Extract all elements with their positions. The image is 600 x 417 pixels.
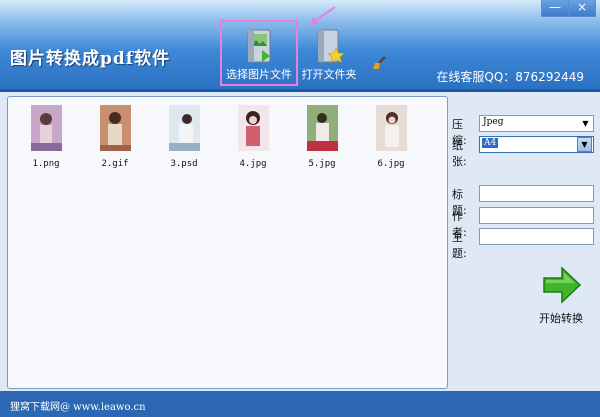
select-images-button[interactable]: 选择图片文件 [220, 20, 298, 86]
file-name: 3.psd [170, 159, 198, 169]
image-folder-icon [247, 29, 271, 63]
compress-select[interactable]: Jpeg ▼ [479, 115, 594, 132]
broom-icon[interactable] [372, 56, 388, 70]
paper-select[interactable]: A4 ▼ [479, 136, 594, 153]
chevron-down-icon[interactable]: ▼ [579, 117, 592, 130]
select-images-label: 选择图片文件 [226, 68, 292, 81]
folder-star-icon [317, 29, 344, 64]
chevron-down-icon[interactable]: ▼ [577, 137, 592, 152]
compress-value: Jpeg [483, 117, 504, 127]
file-name: 1.png [32, 159, 60, 169]
image-thumbnail [168, 105, 200, 151]
window-controls: — × [541, 0, 596, 17]
app-title: 图片转换成pdf软件 [10, 49, 171, 69]
file-item[interactable]: 6.jpg [367, 105, 415, 169]
title-input[interactable] [479, 185, 594, 202]
open-folder-label: 打开文件夹 [301, 68, 357, 81]
service-contact: 在线客服QQ：876292449 [436, 70, 584, 84]
paper-value: A4 [482, 138, 499, 148]
image-thumbnail [30, 105, 62, 151]
file-item[interactable]: 2.gif [91, 105, 139, 169]
close-button[interactable]: × [569, 0, 596, 17]
subject-label: 主题: [452, 231, 467, 260]
pointer-arrow-icon [310, 6, 336, 25]
file-name: 5.jpg [308, 159, 336, 169]
image-thumbnail [375, 105, 407, 151]
status-text[interactable]: 狸窝下载网@ www.leawo.cn [10, 398, 146, 413]
file-name: 6.jpg [377, 159, 405, 169]
file-item[interactable]: 4.jpg [229, 105, 277, 169]
author-input[interactable] [479, 207, 594, 224]
image-thumbnail [99, 105, 131, 151]
start-convert-label: 开始转换 [539, 312, 583, 325]
open-folder-button[interactable]: 打开文件夹 [292, 22, 366, 84]
app-window: 图片转换成pdf软件 — × 选择图片文件 打开文件夹 在线客服QQ：87629… [0, 0, 600, 417]
image-thumbnail [306, 105, 338, 151]
image-thumbnail [237, 105, 269, 151]
subject-input[interactable] [479, 228, 594, 245]
file-name: 4.jpg [239, 159, 267, 169]
file-item[interactable]: 5.jpg [298, 105, 346, 169]
status-bar: 狸窝下载网@ www.leawo.cn [0, 391, 600, 417]
minimize-button[interactable]: — [541, 0, 569, 17]
header: 图片转换成pdf软件 — × 选择图片文件 打开文件夹 在线客服QQ：87629… [0, 0, 600, 92]
file-name: 2.gif [101, 159, 129, 169]
file-item[interactable]: 1.png [22, 105, 70, 169]
file-list-panel[interactable]: 1.png 2.gif 3.psd 4.jpg 5.jpg 6.jpg [7, 96, 448, 389]
paper-label: 纸张: [452, 139, 467, 168]
file-item[interactable]: 3.psd [160, 105, 208, 169]
start-convert-button[interactable]: 开始转换 [536, 264, 586, 325]
green-arrow-icon [543, 266, 582, 304]
